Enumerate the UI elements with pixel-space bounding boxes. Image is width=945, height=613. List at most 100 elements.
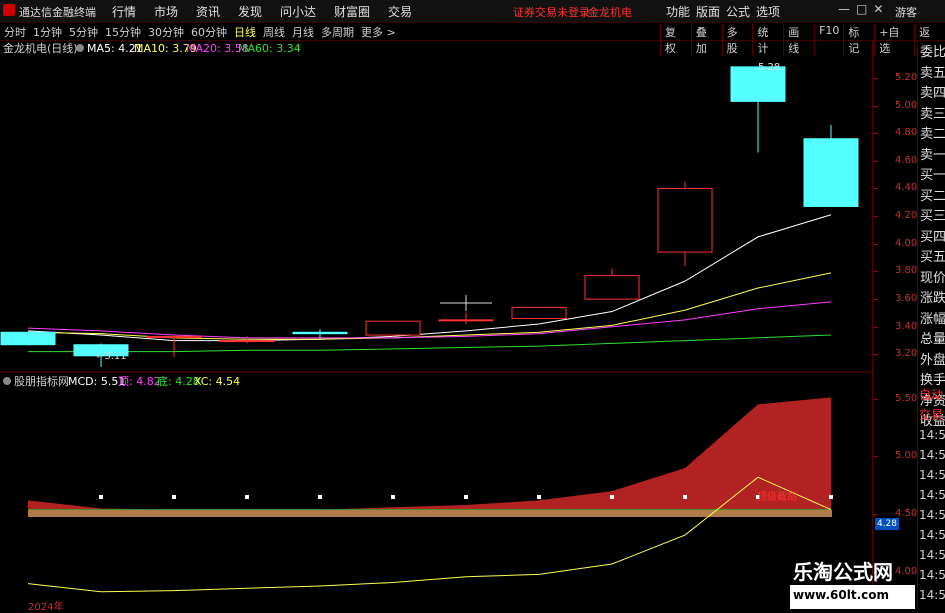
quote-row-label[interactable]: 买一 xyxy=(918,166,945,187)
xc-legend: XC: 4.54 xyxy=(194,375,240,388)
signal-text: 顶级截胡 xyxy=(757,490,797,503)
maximize-icon[interactable]: □ xyxy=(856,2,867,16)
time-row: 14:56 xyxy=(919,448,945,462)
top-legend: 顶: 4.82 xyxy=(118,375,161,388)
candle xyxy=(511,306,567,319)
signal-dot xyxy=(391,495,395,499)
time-row: 14:56 xyxy=(919,528,945,542)
quote-row-label[interactable]: 买四 xyxy=(918,228,945,249)
time-row: 14:56 xyxy=(919,588,945,602)
menu-item-formula[interactable]: 公式 xyxy=(726,3,756,20)
year-label: 2024年 xyxy=(28,602,64,613)
user-label[interactable]: 游客 xyxy=(895,4,917,20)
base-band xyxy=(28,510,832,517)
tab-5min[interactable]: 5分钟 xyxy=(69,24,98,40)
indicator-chart[interactable]: 股朋指标网 MCD: 5.51 顶: 4.82 底: 4.28 XC: 4.54… xyxy=(0,375,872,601)
axis-tick-label: 4.40 xyxy=(895,182,918,194)
menu-item-wealth[interactable]: 财富圈 xyxy=(334,3,388,20)
quote-row-label[interactable]: 总量 xyxy=(918,330,945,351)
axis-tick-label: 5.00 xyxy=(895,450,918,462)
axis-tick-label: 4.00 xyxy=(895,237,918,249)
quote-row-label[interactable]: 买三 xyxy=(918,207,945,228)
quote-row-label[interactable]: 卖二 xyxy=(918,125,945,146)
watermark-url: www.60lt.com xyxy=(793,588,890,602)
candle xyxy=(365,320,421,337)
title-bar: 通达信金融终端 行情 市场 资讯 发现 问小达 财富圈 交易 证券交易未登录 金… xyxy=(0,0,945,23)
menu-item-ask[interactable]: 问小达 xyxy=(280,3,334,20)
tab-daily[interactable]: 日线 xyxy=(234,24,256,40)
menu-item-trade[interactable]: 交易 xyxy=(388,3,430,20)
time-row: 14:56 xyxy=(919,548,945,562)
menu-item-market[interactable]: 市场 xyxy=(154,3,196,20)
quote-row-label[interactable]: 卖一 xyxy=(918,146,945,167)
close-icon[interactable]: ✕ xyxy=(873,2,883,16)
candle-body xyxy=(292,331,348,335)
quote-row-label[interactable]: 涨跌 xyxy=(918,289,945,310)
menu-item-function[interactable]: 功能 xyxy=(666,3,696,20)
indicator-settings-icon[interactable] xyxy=(3,377,11,385)
period-bar: 分时 1分钟 5分钟 15分钟 30分钟 60分钟 日线 周线 月线 多周期 更… xyxy=(0,23,945,56)
candle-body xyxy=(803,138,859,207)
time-row: 14:56 xyxy=(919,488,945,502)
quote-row-label[interactable]: 卖五 xyxy=(918,64,945,85)
signal-dot xyxy=(99,495,103,499)
menu-item-layout[interactable]: 版面 xyxy=(696,3,726,20)
signal-dot xyxy=(829,495,833,499)
menu-item-quotes[interactable]: 行情 xyxy=(112,3,154,20)
time-row: 14:56 xyxy=(919,428,945,442)
tab-60min[interactable]: 60分钟 xyxy=(191,24,227,40)
axis-tick xyxy=(873,456,878,458)
chart-title: 金龙机电(日线) xyxy=(3,41,78,55)
time-row: 14:56 xyxy=(919,568,945,582)
watermark-title: 乐淘公式网 xyxy=(793,560,893,584)
ma-line-ma10 xyxy=(27,272,832,340)
tab-30min[interactable]: 30分钟 xyxy=(148,24,184,40)
quote-row-label[interactable]: 涨幅 xyxy=(918,310,945,331)
tab-intraday[interactable]: 分时 xyxy=(4,24,26,40)
axis-tick-label: 4.60 xyxy=(895,154,918,166)
ma60-legend: MA60: 3.34 xyxy=(238,42,301,55)
mcd-area-fill xyxy=(28,397,831,510)
stock-name-title: 金龙机电 xyxy=(588,6,632,19)
menu-item-discover[interactable]: 发现 xyxy=(238,3,280,20)
quote-row-label[interactable]: 卖三 xyxy=(918,105,945,126)
quote-row-label[interactable]: 委比 xyxy=(918,43,945,64)
axis-tick xyxy=(873,133,878,135)
quote-row-label[interactable]: 买五 xyxy=(918,248,945,269)
quote-row-label[interactable]: 买二 xyxy=(918,187,945,208)
quote-row-label[interactable]: 现价 xyxy=(918,269,945,290)
settings-icon[interactable] xyxy=(76,44,84,52)
candle xyxy=(657,181,713,266)
signal-dot xyxy=(537,495,541,499)
tab-more[interactable]: 更多 > xyxy=(361,24,396,40)
axis-tick-label: 5.00 xyxy=(895,99,918,111)
tab-15min[interactable]: 15分钟 xyxy=(105,24,141,40)
axis-tick xyxy=(873,299,878,301)
period-tabs: 分时 1分钟 5分钟 15分钟 30分钟 60分钟 日线 周线 月线 多周期 更… xyxy=(4,24,403,40)
candlestick-chart[interactable]: 金龙机电(日线) MA5: 4.21 MA10: 3.79 MA20: 3.58… xyxy=(0,41,872,373)
window-controls: — □ ✕ xyxy=(838,2,883,16)
axis-tick xyxy=(873,243,878,245)
axis-tick-label: 3.60 xyxy=(895,293,918,305)
candle xyxy=(0,331,56,346)
candle-body xyxy=(365,320,421,336)
tab-multi-period[interactable]: 多周期 xyxy=(321,24,354,40)
tab-1min[interactable]: 1分钟 xyxy=(33,24,62,40)
ma-line-ma20 xyxy=(27,301,832,339)
candle-body xyxy=(0,331,56,346)
trade-label[interactable]: 交易 xyxy=(917,405,945,425)
quote-row-label[interactable]: 卖四 xyxy=(918,84,945,105)
time-panel: 自动交易 14:56 14:56 14:56 14:56 14:56 14:56 14:56 1… xyxy=(917,385,945,605)
app-logo-icon xyxy=(3,4,15,16)
menu-item-options[interactable]: 选项 xyxy=(756,3,786,20)
minimize-icon[interactable]: — xyxy=(838,2,850,16)
axis-tick-label: 4.20 xyxy=(895,210,918,222)
candles xyxy=(0,66,859,367)
quote-row-label[interactable]: 外盘 xyxy=(918,351,945,372)
trade-label[interactable]: 自动 xyxy=(917,385,945,405)
tab-monthly[interactable]: 月线 xyxy=(292,24,314,40)
tab-weekly[interactable]: 周线 xyxy=(263,24,285,40)
axis-tick xyxy=(873,188,878,190)
login-warning[interactable]: 证券交易未登录 xyxy=(513,4,590,20)
menu-item-news[interactable]: 资讯 xyxy=(196,3,238,20)
